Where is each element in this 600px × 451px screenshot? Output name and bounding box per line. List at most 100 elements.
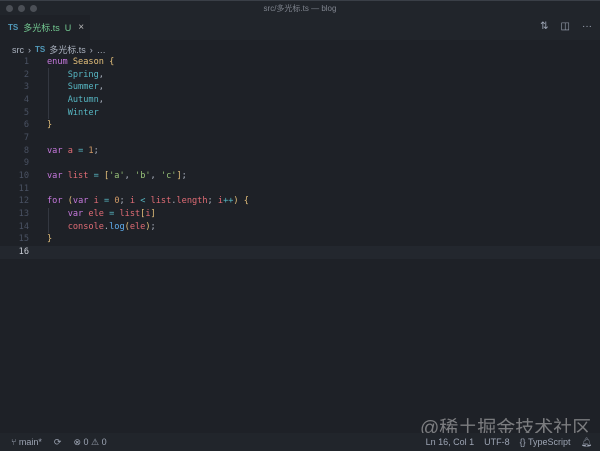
line-number: 9 bbox=[23, 158, 29, 169]
chevron-right-icon: › bbox=[89, 44, 93, 55]
code-token: log bbox=[109, 221, 125, 232]
line-number: 16 bbox=[18, 246, 29, 257]
code-token: = bbox=[78, 145, 89, 156]
code-token: ++ bbox=[223, 196, 234, 207]
code-token: i bbox=[129, 196, 141, 207]
code-token: Winter bbox=[47, 107, 99, 118]
code-token: ; bbox=[181, 170, 187, 181]
code-token: Spring bbox=[47, 69, 99, 80]
code-line[interactable]: 9 bbox=[0, 157, 600, 170]
code-token: = bbox=[93, 170, 104, 181]
code-token: } bbox=[47, 120, 53, 131]
line-content: var a = 1; bbox=[47, 145, 99, 158]
breadcrumb-folder[interactable]: src bbox=[12, 45, 24, 55]
code-line[interactable]: 6} bbox=[0, 119, 600, 132]
code-token: Season bbox=[72, 57, 110, 67]
code-token: list bbox=[150, 196, 172, 207]
code-token: , bbox=[98, 69, 104, 80]
line-content: for (var i = 0; i < list.length; i++) { bbox=[47, 195, 249, 208]
code-token: , bbox=[124, 170, 136, 181]
line-number: 14 bbox=[18, 221, 29, 232]
code-token: a bbox=[67, 145, 79, 156]
code-token: console bbox=[47, 221, 104, 232]
code-token: 'b' bbox=[135, 170, 151, 181]
braces-icon: {} bbox=[519, 437, 529, 447]
bell-icon[interactable]: 🔔︎ bbox=[581, 437, 592, 448]
code-line[interactable]: 5 Winter bbox=[0, 107, 600, 120]
line-content: Winter bbox=[47, 107, 99, 120]
line-number: 3 bbox=[23, 82, 29, 93]
code-token: Autumn bbox=[47, 94, 99, 105]
code-line[interactable]: 16 bbox=[0, 245, 600, 259]
code-line[interactable]: 4 Autumn, bbox=[0, 94, 600, 107]
code-token: < bbox=[140, 196, 151, 207]
code-token: ; bbox=[119, 196, 130, 207]
line-content: console.log(ele); bbox=[47, 221, 156, 234]
language-mode[interactable]: {} TypeScript bbox=[520, 437, 571, 448]
line-number: 15 bbox=[18, 234, 29, 245]
code-token: = bbox=[103, 196, 115, 207]
code-token: Summer bbox=[47, 82, 99, 93]
code-line[interactable]: 14 console.log(ele); bbox=[0, 221, 600, 234]
breadcrumb-file[interactable]: 多光标.ts bbox=[49, 43, 86, 56]
cursor-position[interactable]: Ln 16, Col 1 bbox=[426, 437, 475, 448]
line-number: 1 bbox=[23, 57, 29, 67]
code-line[interactable]: 13 var ele = list[i] bbox=[0, 208, 600, 221]
problems-indicator[interactable]: ⊗ 0 ⚠ 0 bbox=[73, 437, 106, 448]
tab-file[interactable]: TS 多光标.ts U × bbox=[0, 15, 90, 40]
code-line[interactable]: 15} bbox=[0, 233, 600, 246]
code-token: , bbox=[150, 170, 161, 181]
code-token: 'a' bbox=[109, 170, 125, 181]
chevron-right-icon: › bbox=[28, 44, 31, 55]
code-token: { bbox=[109, 57, 115, 67]
code-line[interactable]: 8 var a = 1; bbox=[0, 145, 600, 158]
code-token: enum bbox=[47, 57, 73, 67]
typescript-icon: TS bbox=[8, 23, 19, 32]
compare-changes-icon[interactable]: ⇅ bbox=[540, 21, 548, 32]
breadcrumb-symbols[interactable]: … bbox=[97, 45, 106, 55]
code-token: , bbox=[98, 82, 104, 93]
tab-status: U bbox=[64, 22, 72, 33]
line-content: Autumn, bbox=[47, 94, 104, 107]
title-bar: src/多光标.ts — blog bbox=[0, 0, 600, 15]
code-token: var bbox=[47, 145, 68, 156]
code-token: ; bbox=[150, 221, 156, 232]
more-actions-icon[interactable]: ··· bbox=[582, 21, 592, 32]
line-content: enum Season { bbox=[47, 56, 114, 69]
line-content: Spring, bbox=[47, 69, 104, 82]
code-token: list bbox=[119, 208, 141, 219]
code-line[interactable]: 2 Spring, bbox=[0, 69, 600, 82]
warning-icon: ⚠ bbox=[91, 437, 102, 447]
code-line[interactable]: 3 Summer, bbox=[0, 81, 600, 94]
error-icon: ⊗ bbox=[73, 437, 84, 447]
code-line[interactable]: 1 enum Season { bbox=[0, 56, 600, 69]
code-token: } bbox=[47, 234, 53, 245]
code-token: { bbox=[243, 196, 249, 207]
code-line[interactable]: 10 var list = ['a', 'b', 'c']; bbox=[0, 170, 600, 183]
line-number: 12 bbox=[18, 196, 29, 207]
code-token: var bbox=[72, 196, 94, 207]
line-content: var ele = list[i] bbox=[47, 208, 156, 221]
code-token: ] bbox=[150, 208, 156, 219]
code-token: 'c' bbox=[160, 170, 177, 181]
close-icon[interactable]: × bbox=[78, 22, 84, 33]
line-content: } bbox=[47, 233, 52, 246]
git-branch-icon: ⑂ bbox=[11, 437, 19, 447]
code-line[interactable]: 12 for (var i = 0; i < list.length; i++) … bbox=[0, 195, 600, 208]
line-number: 10 bbox=[18, 170, 29, 181]
typescript-icon: TS bbox=[35, 45, 46, 54]
code-token: , bbox=[98, 94, 104, 105]
tab-bar: TS 多光标.ts U × ⇅ ◫ ··· bbox=[0, 15, 600, 40]
code-token: ; bbox=[207, 196, 218, 207]
code-token: = bbox=[109, 208, 120, 219]
code-editor[interactable]: 1 enum Season {2 Spring, 3 Summer, 4 Autumn… bbox=[0, 56, 600, 259]
code-line[interactable]: 11 bbox=[0, 183, 600, 196]
split-editor-icon[interactable]: ◫ bbox=[561, 21, 570, 32]
code-line[interactable]: 7 bbox=[0, 132, 600, 145]
line-number: 8 bbox=[23, 145, 29, 156]
encoding[interactable]: UTF-8 bbox=[484, 437, 510, 448]
sync-icon[interactable]: ⟳ bbox=[54, 437, 62, 448]
branch-indicator[interactable]: ⑂ main* bbox=[11, 437, 42, 448]
status-bar: ⑂ main* ⟳ ⊗ 0 ⚠ 0 Ln 16, Col 1 UTF-8 {} … bbox=[0, 433, 600, 451]
code-token: var bbox=[47, 170, 68, 181]
